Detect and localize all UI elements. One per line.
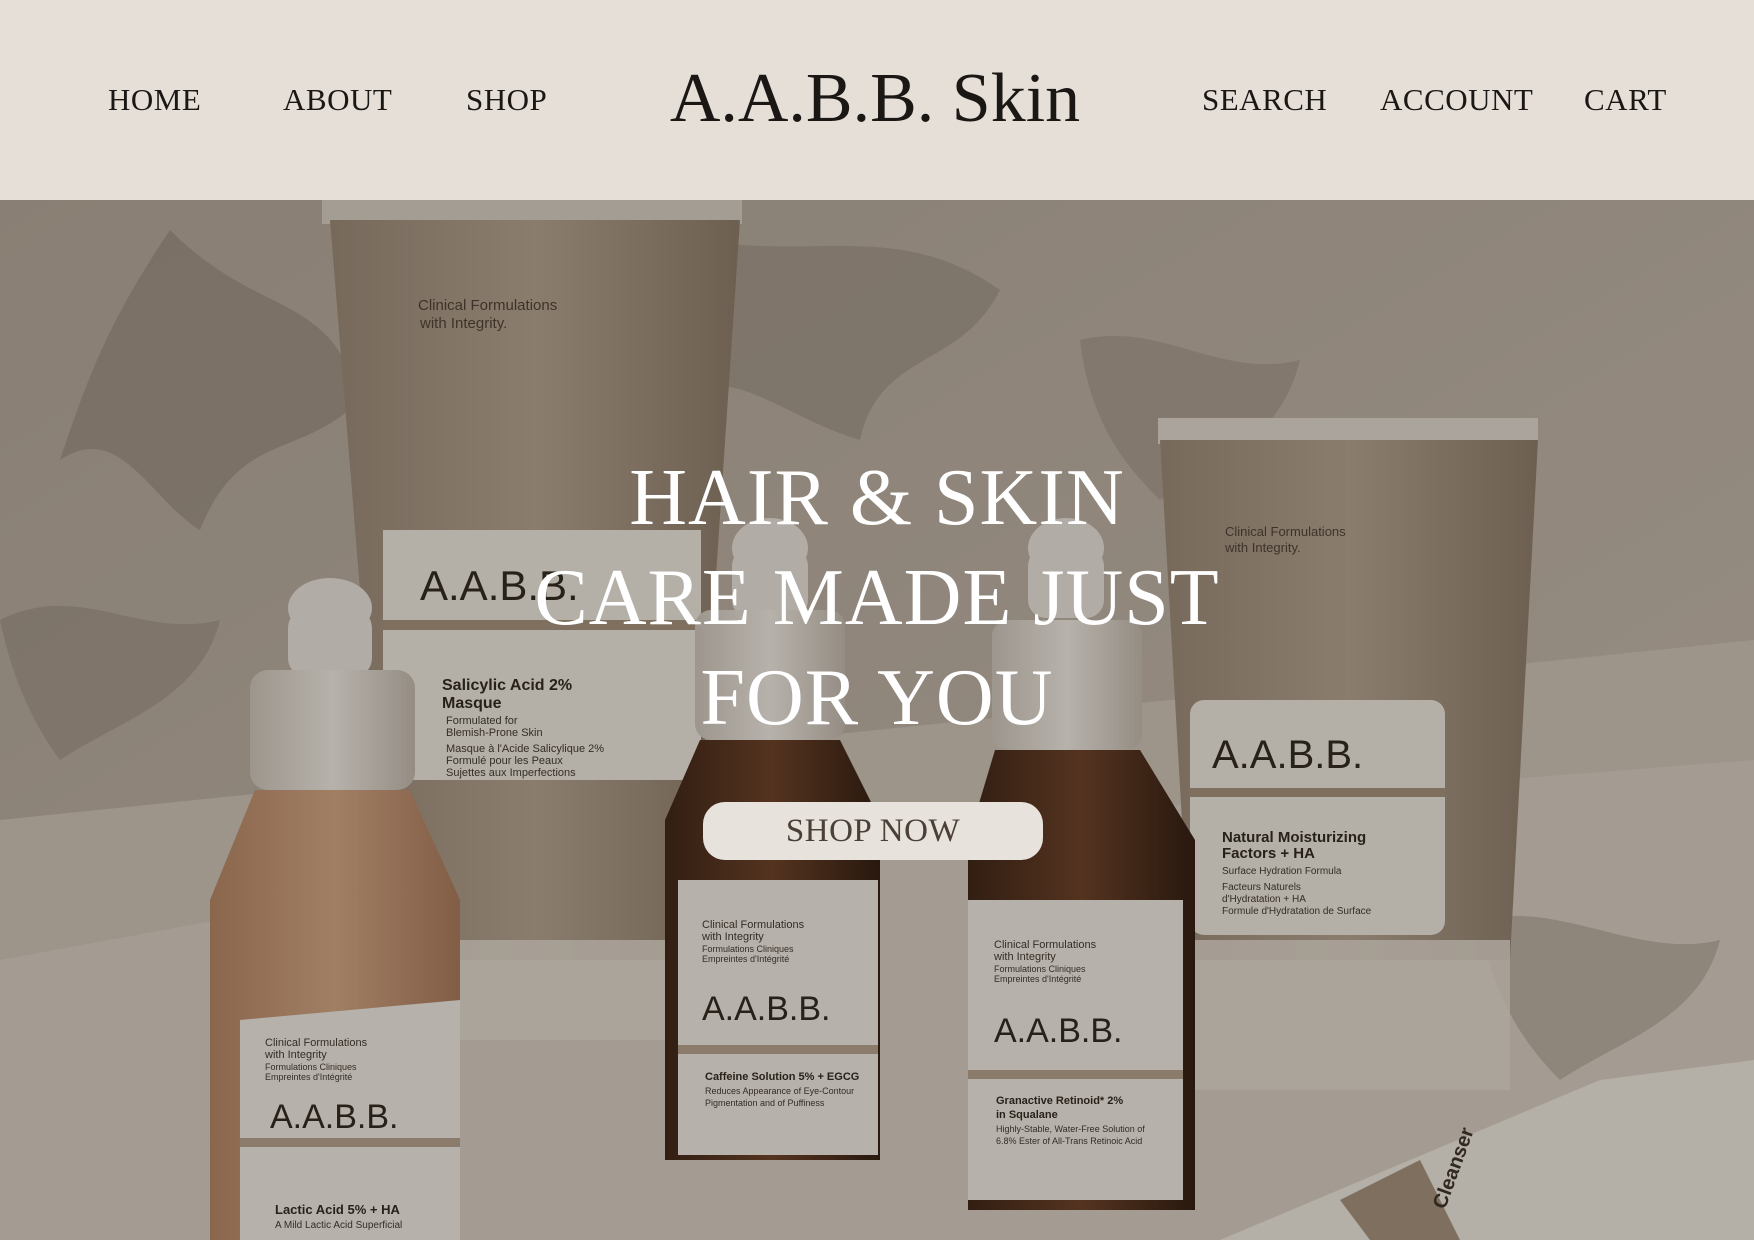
headline-line-2: CARE MADE JUST [534, 554, 1220, 642]
shop-now-button[interactable]: SHOP NOW [703, 802, 1043, 860]
nav-account[interactable]: ACCOUNT [1380, 80, 1533, 120]
nav-cart[interactable]: CART [1584, 80, 1667, 120]
hero-section: Clinical Formulations with Integrity. A.… [0, 200, 1754, 1240]
nav-search[interactable]: SEARCH [1202, 80, 1327, 120]
brand-logo[interactable]: A.A.B.B. Skin [620, 56, 1130, 142]
nav-about[interactable]: ABOUT [283, 80, 392, 120]
nav-shop[interactable]: SHOP [466, 80, 547, 120]
headline-line-1: HAIR & SKIN [629, 454, 1125, 542]
site-header: HOME ABOUT SHOP A.A.B.B. Skin SEARCH ACC… [0, 0, 1754, 200]
headline-line-3: FOR YOU [700, 654, 1054, 742]
nav-home[interactable]: HOME [108, 80, 201, 120]
page: HOME ABOUT SHOP A.A.B.B. Skin SEARCH ACC… [0, 0, 1754, 1240]
hero-headline: HAIR & SKIN CARE MADE JUST FOR YOU [377, 448, 1377, 748]
